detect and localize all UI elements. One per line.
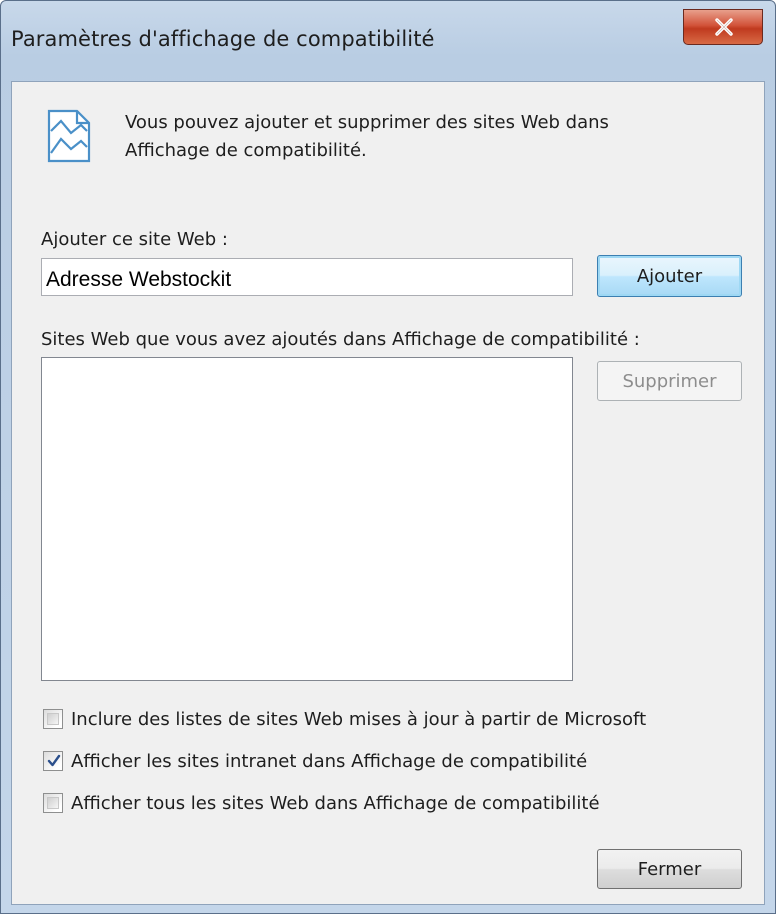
option-label: Afficher les sites intranet dans Afficha… <box>71 750 588 772</box>
site-address-input[interactable] <box>41 258 573 296</box>
add-site-label: Ajouter ce site Web : <box>41 229 228 250</box>
close-window-button[interactable] <box>683 9 763 45</box>
checkbox[interactable] <box>43 709 63 729</box>
option-all-sites[interactable]: Afficher tous les sites Web dans Afficha… <box>43 790 600 816</box>
info-message-line: Vous pouvez ajouter et supprimer des sit… <box>125 112 609 133</box>
option-include-microsoft-lists[interactable]: Inclure des listes de sites Web mises à … <box>43 706 646 732</box>
add-site-button[interactable]: Ajouter <box>597 255 742 297</box>
checkbox[interactable] <box>43 793 63 813</box>
added-sites-list[interactable] <box>41 357 573 681</box>
remove-site-button: Supprimer <box>597 361 742 401</box>
close-icon <box>715 18 733 36</box>
option-intranet-sites[interactable]: Afficher les sites intranet dans Afficha… <box>43 748 587 774</box>
option-label: Inclure des listes de sites Web mises à … <box>71 708 647 730</box>
info-message: Vous pouvez ajouter et supprimer des sit… <box>125 109 685 165</box>
added-sites-label: Sites Web que vous avez ajoutés dans Aff… <box>41 329 640 350</box>
title-bar[interactable]: Paramètres d'affichage de compatibilité <box>1 1 775 81</box>
close-button[interactable]: Fermer <box>597 849 742 889</box>
dialog-window: Paramètres d'affichage de compatibilité … <box>0 0 776 914</box>
info-message-line: Affichage de compatibilité. <box>125 140 367 161</box>
compatibility-view-icon <box>47 109 91 163</box>
option-label: Afficher tous les sites Web dans Afficha… <box>71 792 600 814</box>
window-title: Paramètres d'affichage de compatibilité <box>11 27 435 51</box>
checkmark-icon <box>47 754 61 767</box>
checkbox-checked[interactable] <box>43 751 63 771</box>
